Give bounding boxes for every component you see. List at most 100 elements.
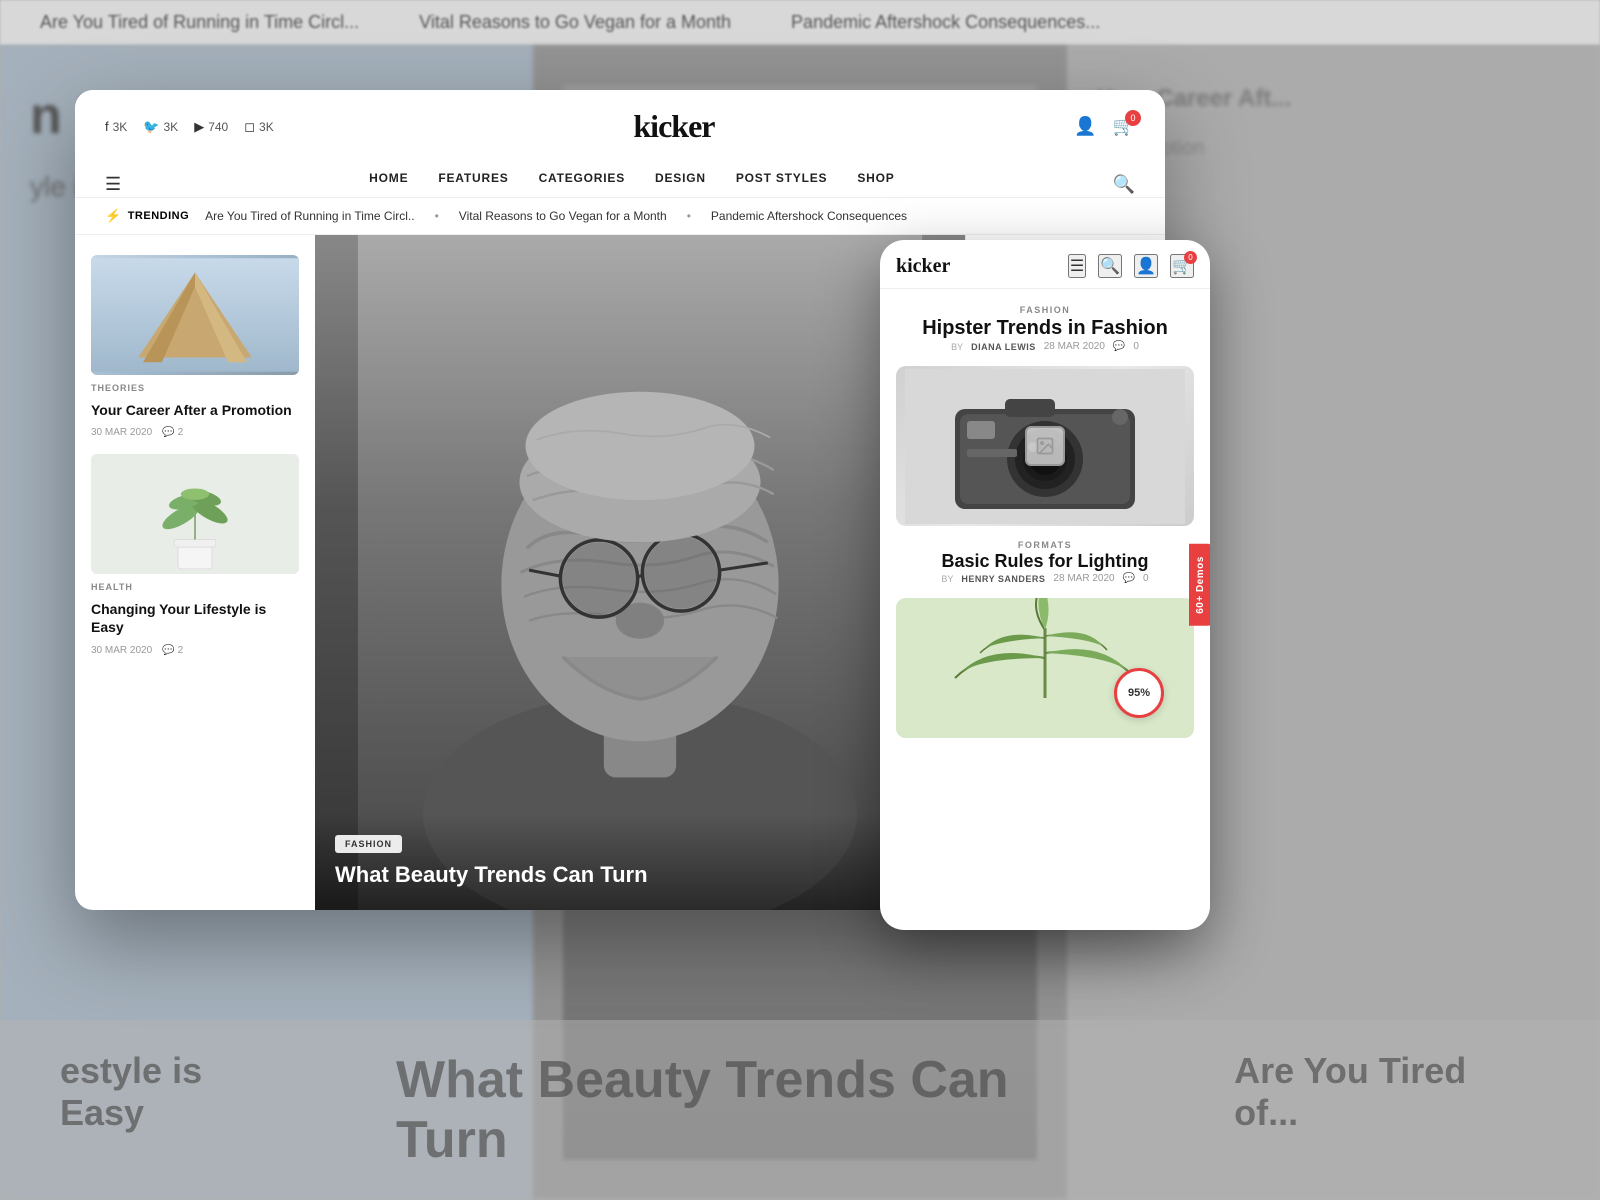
mobile-bottom-image: 95% <box>896 598 1194 738</box>
mobile-card-image <box>896 366 1194 526</box>
nav-features[interactable]: FEATURES <box>438 171 508 197</box>
trending-item-1[interactable]: Are You Tired of Running in Time Circl.. <box>205 209 414 223</box>
article-card-lifestyle: HEALTH Changing Your Lifestyle is Easy 3… <box>91 454 299 655</box>
article-comment-2: 💬 2 <box>162 645 183 656</box>
mobile-comment2-icon: 💬 <box>1123 573 1135 584</box>
mobile-logo[interactable]: kicker <box>896 255 950 278</box>
article-meta-1: 30 MAR 2020 💬 2 <box>91 427 299 438</box>
nav-design[interactable]: DESIGN <box>655 171 706 197</box>
article-date-1: 30 MAR 2020 <box>91 427 152 438</box>
mobile-author-name: DIANA LEWIS <box>971 342 1036 352</box>
mobile-user[interactable]: 👤 <box>1134 254 1158 278</box>
bg-bottom-item-3: Are You Tired of... <box>1234 1050 1540 1170</box>
twitter-count: 3K <box>164 120 179 134</box>
nav-links: HOME FEATURES CATEGORIES DESIGN POST STY… <box>151 171 1112 197</box>
mobile-comment-icon: 💬 <box>1113 341 1125 352</box>
article-title-2[interactable]: Changing Your Lifestyle is Easy <box>91 600 299 636</box>
article-category-2: HEALTH <box>91 582 299 592</box>
mobile-author-line: BY DIANA LEWIS 28 MAR 2020 💬 0 <box>896 341 1194 352</box>
bg-ticker-item-2: Vital Reasons to Go Vegan for a Month <box>419 12 731 33</box>
cart-button[interactable]: 🛒 0 <box>1113 116 1135 137</box>
article-date-2: 30 MAR 2020 <box>91 645 152 656</box>
trending-icon: ⚡ <box>105 208 122 224</box>
cart-badge: 0 <box>1125 110 1141 126</box>
nav-post-styles[interactable]: POST STYLES <box>736 171 827 197</box>
mobile-featured-category: FASHION <box>896 305 1194 315</box>
mobile-cart[interactable]: 🛒 0 <box>1170 254 1194 278</box>
article-meta-2: 30 MAR 2020 💬 2 <box>91 645 299 656</box>
article-comment-1: 💬 2 <box>162 427 183 438</box>
center-featured: FASHION What Beauty Trends Can Turn <box>315 235 965 910</box>
site-logo[interactable]: kicker <box>633 108 714 145</box>
mobile-hamburger[interactable]: ☰ <box>1068 254 1086 278</box>
mobile-comment-count: 0 <box>1133 341 1139 352</box>
user-button[interactable]: 👤 <box>1074 116 1096 137</box>
mobile-section-category: FORMATS <box>896 540 1194 550</box>
social-youtube[interactable]: ▶ 740 <box>194 119 228 135</box>
social-twitter[interactable]: 🐦 3K <box>143 119 178 135</box>
header-actions: 👤 🛒 0 <box>1074 116 1135 137</box>
demos-tab[interactable]: 60+ Demos <box>1189 544 1210 626</box>
mobile-content: FASHION Hipster Trends in Fashion BY DIA… <box>880 289 1210 930</box>
article-category-1: THEORIES <box>91 383 299 393</box>
bg-text-medium-2: a Promotion <box>1097 134 1570 162</box>
search-button[interactable]: 🔍 <box>1113 174 1135 195</box>
bg-bottom-text: estyle is Easy What Beauty Trends Can Tu… <box>0 1020 1600 1200</box>
comment-icon-1: 💬 <box>162 427 174 438</box>
bg-ticker-item-3: Pandemic Aftershock Consequences... <box>791 12 1100 33</box>
palm-visual: 95% <box>896 598 1194 738</box>
comment-count-1: 2 <box>178 427 184 438</box>
social-facebook[interactable]: f 3K <box>105 119 127 134</box>
mobile-featured-date: 28 MAR 2020 <box>1044 341 1105 352</box>
nav-categories[interactable]: CATEGORIES <box>539 171 625 197</box>
bg-text-large-2: Your Career Aft... <box>1097 85 1570 114</box>
featured-overlay: FASHION What Beauty Trends Can Turn <box>315 814 965 910</box>
trending-dot-2: • <box>687 209 691 223</box>
mobile-featured: FASHION Hipster Trends in Fashion BY DIA… <box>896 305 1194 352</box>
trending-dot-1: • <box>435 209 439 223</box>
trending-item-3[interactable]: Pandemic Aftershock Consequences <box>711 209 907 223</box>
mobile-search[interactable]: 🔍 <box>1098 254 1122 278</box>
left-cards: THEORIES Your Career After a Promotion 3… <box>75 235 315 910</box>
bg-ticker: Are You Tired of Running in Time Circl..… <box>0 0 1600 45</box>
featured-image: FASHION What Beauty Trends Can Turn <box>315 235 965 910</box>
header-top: f 3K 🐦 3K ▶ 740 ◻ 3K kicker <box>105 108 1135 145</box>
social-links: f 3K 🐦 3K ▶ 740 ◻ 3K <box>105 119 274 135</box>
nav-shop[interactable]: SHOP <box>857 171 894 197</box>
article-img-architecture <box>91 255 299 375</box>
search-icon: 🔍 <box>1113 174 1135 194</box>
mobile-header-icons: ☰ 🔍 👤 🛒 0 <box>1068 254 1194 278</box>
mobile-author-line2: BY HENRY SANDERS 28 MAR 2020 💬 0 <box>896 573 1194 584</box>
mobile-author2-name: HENRY SANDERS <box>961 574 1045 584</box>
trending-item-2[interactable]: Vital Reasons to Go Vegan for a Month <box>459 209 667 223</box>
featured-category-badge: FASHION <box>335 835 402 853</box>
mobile-featured-title[interactable]: Hipster Trends in Fashion <box>896 315 1194 341</box>
user-icon: 👤 <box>1074 116 1096 136</box>
article-card-career: THEORIES Your Career After a Promotion 3… <box>91 255 299 438</box>
facebook-icon: f <box>105 119 109 134</box>
mobile-comment2-count: 0 <box>1143 573 1149 584</box>
featured-title[interactable]: What Beauty Trends Can Turn <box>335 861 945 890</box>
article-title-1[interactable]: Your Career After a Promotion <box>91 401 299 419</box>
mobile-section-title[interactable]: Basic Rules for Lighting <box>896 550 1194 573</box>
mobile-cart-badge: 0 <box>1184 251 1197 264</box>
comment-count-2: 2 <box>178 645 184 656</box>
bg-ticker-item-1: Are You Tired of Running in Time Circl..… <box>40 12 359 33</box>
comment-icon-2: 💬 <box>162 645 174 656</box>
mobile-card: kicker ☰ 🔍 👤 🛒 0 FASHION Hipster Trends … <box>880 240 1210 930</box>
trending-label: ⚡ TRENDING <box>105 208 189 224</box>
youtube-icon: ▶ <box>194 119 204 135</box>
article-img-plant <box>91 454 299 574</box>
desktop-nav: ☰ HOME FEATURES CATEGORIES DESIGN POST S… <box>105 159 1135 197</box>
nav-home[interactable]: HOME <box>369 171 408 197</box>
mobile-second-article: FORMATS Basic Rules for Lighting BY HENR… <box>896 540 1194 584</box>
mobile-header: kicker ☰ 🔍 👤 🛒 0 <box>880 240 1210 289</box>
desktop-header: f 3K 🐦 3K ▶ 740 ◻ 3K kicker <box>75 90 1165 198</box>
mobile-article2-date: 28 MAR 2020 <box>1053 573 1114 584</box>
social-instagram[interactable]: ◻ 3K <box>244 119 273 135</box>
twitter-icon: 🐦 <box>143 119 159 135</box>
youtube-count: 740 <box>208 120 228 134</box>
hamburger-button[interactable]: ☰ <box>105 174 121 195</box>
instagram-count: 3K <box>259 120 274 134</box>
camera-visual <box>896 366 1194 526</box>
